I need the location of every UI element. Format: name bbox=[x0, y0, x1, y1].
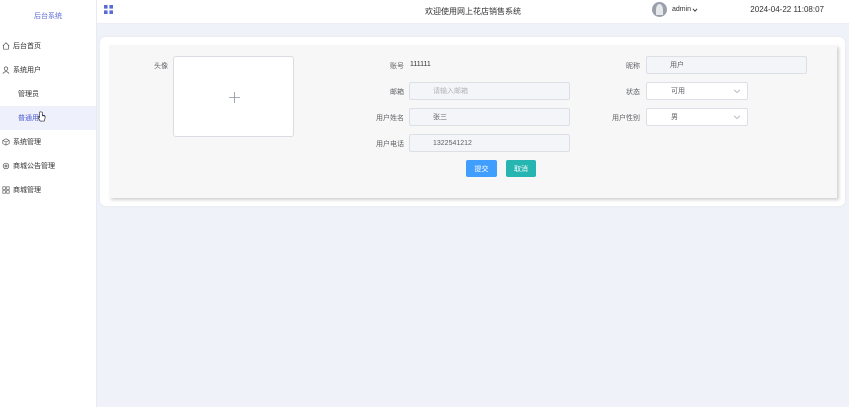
user-menu[interactable]: admin bbox=[652, 0, 698, 19]
submit-button[interactable]: 提交 bbox=[466, 160, 497, 177]
sidebar-item-notice-manage[interactable]: 商城公告管理 bbox=[0, 154, 96, 178]
sidebar-item-label: 商城公告管理 bbox=[13, 163, 55, 170]
gender-label: 用户性别 bbox=[612, 115, 640, 122]
avatar-uploader[interactable] bbox=[173, 56, 294, 137]
grid-icon bbox=[2, 186, 10, 194]
user-icon bbox=[2, 66, 10, 74]
gender-value: 男 bbox=[671, 114, 678, 121]
plus-icon bbox=[229, 92, 240, 103]
phone-input[interactable]: 1322541212 bbox=[409, 134, 570, 152]
welcome-text: 欢迎使用网上花店销售系统 bbox=[425, 7, 521, 16]
top-header: 欢迎使用网上花店销售系统 admin 2024-04-22 11:08:07 bbox=[97, 0, 849, 24]
sidebar: 后台系统 后台首页 系统用户 管理员 普通用户 系统管理 商城公告管理 商城管理 bbox=[0, 0, 97, 407]
nickname-label: 昵称 bbox=[626, 63, 640, 70]
email-label: 邮箱 bbox=[390, 89, 404, 96]
sidebar-item-system-users[interactable]: 系统用户 bbox=[0, 58, 96, 82]
chevron-down-icon bbox=[733, 115, 741, 120]
avatar bbox=[652, 2, 667, 17]
username: admin bbox=[672, 6, 692, 13]
account-label: 账号 bbox=[390, 63, 404, 70]
sidebar-menu: 后台首页 系统用户 管理员 普通用户 系统管理 商城公告管理 商城管理 bbox=[0, 34, 96, 202]
sidebar-item-shop-manage[interactable]: 商城管理 bbox=[0, 178, 96, 202]
brand-title: 后台系统 bbox=[34, 13, 62, 20]
sidebar-item-label: 系统用户 bbox=[13, 67, 41, 74]
phone-value: 1322541212 bbox=[433, 139, 472, 147]
sidebar-item-home[interactable]: 后台首页 bbox=[0, 34, 96, 58]
chevron-down-icon bbox=[692, 8, 698, 12]
avatar-label: 头像 bbox=[154, 63, 168, 70]
gear-icon bbox=[2, 162, 10, 170]
status-label: 状态 bbox=[626, 89, 640, 96]
nickname-input[interactable]: 用户 bbox=[646, 56, 807, 74]
status-select[interactable]: 可用 bbox=[646, 82, 748, 100]
status-value: 可用 bbox=[671, 88, 685, 95]
email-placeholder: 请输入邮箱 bbox=[433, 88, 468, 95]
sidebar-item-label: 商城管理 bbox=[13, 187, 41, 194]
sidebar-item-regular-users[interactable]: 普通用户 bbox=[0, 106, 96, 130]
hand-cursor-icon bbox=[37, 111, 46, 122]
sidebar-item-system-manage[interactable]: 系统管理 bbox=[0, 130, 96, 154]
cancel-button[interactable]: 取消 bbox=[506, 160, 536, 177]
gender-select[interactable]: 男 bbox=[646, 108, 748, 126]
nickname-value: 用户 bbox=[670, 62, 684, 69]
chevron-down-icon bbox=[733, 89, 741, 94]
cube-icon bbox=[2, 138, 10, 146]
realname-value: 张三 bbox=[433, 114, 447, 121]
realname-input[interactable]: 张三 bbox=[409, 108, 570, 126]
home-icon bbox=[2, 42, 10, 50]
account-value: 111111 bbox=[410, 61, 431, 68]
datetime: 2024-04-22 11:08:07 bbox=[750, 5, 824, 14]
sidebar-item-label: 后台首页 bbox=[13, 43, 41, 50]
realname-label: 用户姓名 bbox=[376, 115, 404, 122]
phone-label: 用户电话 bbox=[376, 141, 404, 148]
sidebar-item-label: 管理员 bbox=[18, 91, 39, 98]
email-input[interactable]: 请输入邮箱 bbox=[409, 82, 570, 100]
sidebar-item-label: 系统管理 bbox=[13, 139, 41, 146]
sidebar-item-admins[interactable]: 管理员 bbox=[0, 82, 96, 106]
